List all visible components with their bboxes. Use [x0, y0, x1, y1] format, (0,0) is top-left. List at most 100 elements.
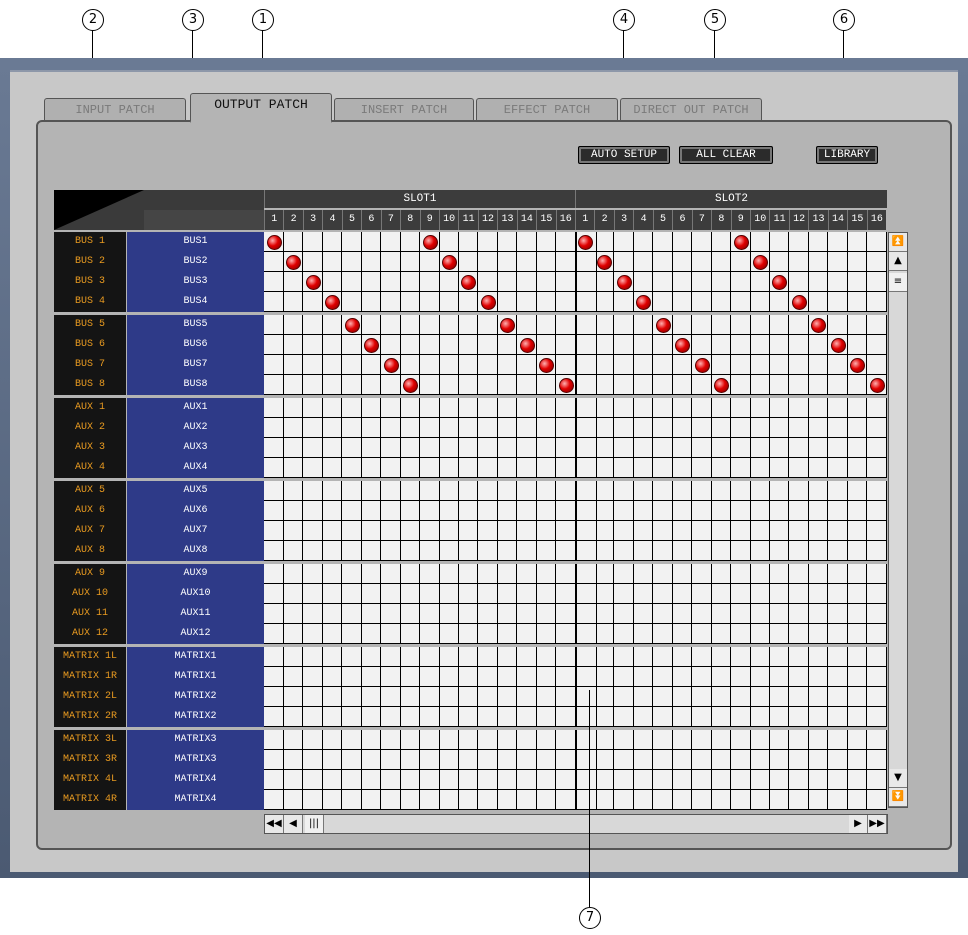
patch-cell[interactable]: [380, 730, 401, 750]
patch-cell[interactable]: [438, 687, 459, 707]
patch-cell[interactable]: [769, 398, 790, 418]
patch-cell[interactable]: [866, 292, 887, 312]
patch-cell[interactable]: [458, 541, 479, 561]
patch-cell[interactable]: [322, 481, 343, 501]
patch-cell[interactable]: [322, 647, 343, 667]
patch-cell[interactable]: [652, 232, 673, 252]
patch-cell[interactable]: [555, 438, 576, 458]
patch-cell[interactable]: [652, 501, 673, 521]
patch-cell[interactable]: [555, 770, 576, 790]
patch-cell[interactable]: [322, 604, 343, 624]
patch-cell[interactable]: [419, 770, 440, 790]
scroll-last-icon[interactable]: ▶▶: [868, 815, 887, 833]
patch-cell[interactable]: [458, 770, 479, 790]
patch-cell[interactable]: [847, 730, 868, 750]
patch-cell[interactable]: [302, 458, 323, 478]
scroll-up-icon[interactable]: ▲: [889, 252, 907, 271]
patch-cell[interactable]: [711, 647, 732, 667]
patch-cell[interactable]: [361, 398, 382, 418]
patch-cell[interactable]: [536, 232, 557, 252]
patch-cell[interactable]: [652, 687, 673, 707]
vertical-scrollbar[interactable]: ⏫ ▲ ≡ ▼ ⏬: [888, 232, 908, 808]
patch-cell[interactable]: [341, 667, 362, 687]
patch-cell[interactable]: [536, 647, 557, 667]
patch-cell[interactable]: [866, 584, 887, 604]
patch-cell[interactable]: [769, 232, 790, 252]
patch-cell[interactable]: [361, 604, 382, 624]
patch-cell[interactable]: [302, 667, 323, 687]
patch-cell[interactable]: [633, 750, 654, 770]
patch-cell[interactable]: [536, 790, 557, 810]
patch-cell[interactable]: [516, 707, 537, 727]
scroll-left-icon[interactable]: ◀: [284, 815, 303, 833]
patch-cell[interactable]: [827, 521, 848, 541]
patch-cell[interactable]: [827, 292, 848, 312]
patch-cell[interactable]: [808, 418, 829, 438]
patch-cell[interactable]: [419, 418, 440, 438]
patch-cell[interactable]: [264, 707, 284, 727]
patch-cell[interactable]: [613, 624, 634, 644]
patch-cell[interactable]: [730, 624, 751, 644]
patch-cell[interactable]: [477, 232, 498, 252]
tab-input-patch[interactable]: INPUT PATCH: [44, 98, 186, 121]
patch-cell[interactable]: [458, 584, 479, 604]
patch-cell[interactable]: [788, 398, 809, 418]
patch-cell[interactable]: [769, 521, 790, 541]
patch-cell[interactable]: [400, 501, 421, 521]
patch-cell[interactable]: [536, 667, 557, 687]
patch-cell[interactable]: [516, 252, 537, 272]
patch-cell[interactable]: [652, 604, 673, 624]
patch-cell[interactable]: [594, 375, 615, 395]
patch-cell[interactable]: [419, 398, 440, 418]
patch-cell[interactable]: [866, 418, 887, 438]
patch-cell[interactable]: [497, 790, 518, 810]
tab-insert-patch[interactable]: INSERT PATCH: [334, 98, 474, 121]
patch-cell[interactable]: [847, 481, 868, 501]
patch-cell[interactable]: [536, 564, 557, 584]
patch-cell[interactable]: [438, 584, 459, 604]
patch-cell[interactable]: [341, 687, 362, 707]
patch-cell[interactable]: [516, 790, 537, 810]
patch-cell[interactable]: [613, 750, 634, 770]
patch-cell[interactable]: [264, 521, 284, 541]
patch-cell[interactable]: [555, 624, 576, 644]
patch-cell[interactable]: [438, 355, 459, 375]
patch-cell[interactable]: [730, 481, 751, 501]
patch-cell[interactable]: [672, 232, 693, 252]
patch-cell[interactable]: [633, 647, 654, 667]
patch-cell[interactable]: [769, 292, 790, 312]
patch-cell[interactable]: [361, 481, 382, 501]
patch-cell[interactable]: [730, 604, 751, 624]
patch-cell[interactable]: [750, 604, 770, 624]
patch-cell[interactable]: [711, 481, 732, 501]
patch-cell[interactable]: [419, 458, 440, 478]
patch-cell[interactable]: [672, 750, 693, 770]
patch-cell[interactable]: [438, 272, 459, 292]
patch-dot-icon[interactable]: [267, 235, 282, 250]
patch-cell[interactable]: [594, 770, 615, 790]
patch-cell[interactable]: [497, 252, 518, 272]
patch-cell[interactable]: [458, 750, 479, 770]
patch-cell[interactable]: [536, 315, 557, 335]
patch-cell[interactable]: [555, 355, 576, 375]
patch-cell[interactable]: [283, 687, 304, 707]
patch-cell[interactable]: [594, 564, 615, 584]
patch-cell[interactable]: [633, 564, 654, 584]
patch-cell[interactable]: [438, 335, 459, 355]
patch-cell[interactable]: [302, 355, 323, 375]
row-name[interactable]: MATRIX1: [127, 647, 264, 667]
scroll-thumb[interactable]: ≡: [889, 273, 907, 292]
patch-cell[interactable]: [419, 707, 440, 727]
patch-cell[interactable]: [516, 750, 537, 770]
patch-cell[interactable]: [827, 252, 848, 272]
patch-cell[interactable]: [458, 232, 479, 252]
patch-cell[interactable]: [264, 438, 284, 458]
patch-cell[interactable]: [691, 624, 712, 644]
patch-cell[interactable]: [594, 604, 615, 624]
patch-cell[interactable]: [477, 541, 498, 561]
patch-cell[interactable]: [613, 687, 634, 707]
patch-cell[interactable]: [847, 750, 868, 770]
row-name[interactable]: AUX4: [127, 458, 264, 478]
patch-cell[interactable]: [380, 584, 401, 604]
patch-cell[interactable]: [633, 604, 654, 624]
